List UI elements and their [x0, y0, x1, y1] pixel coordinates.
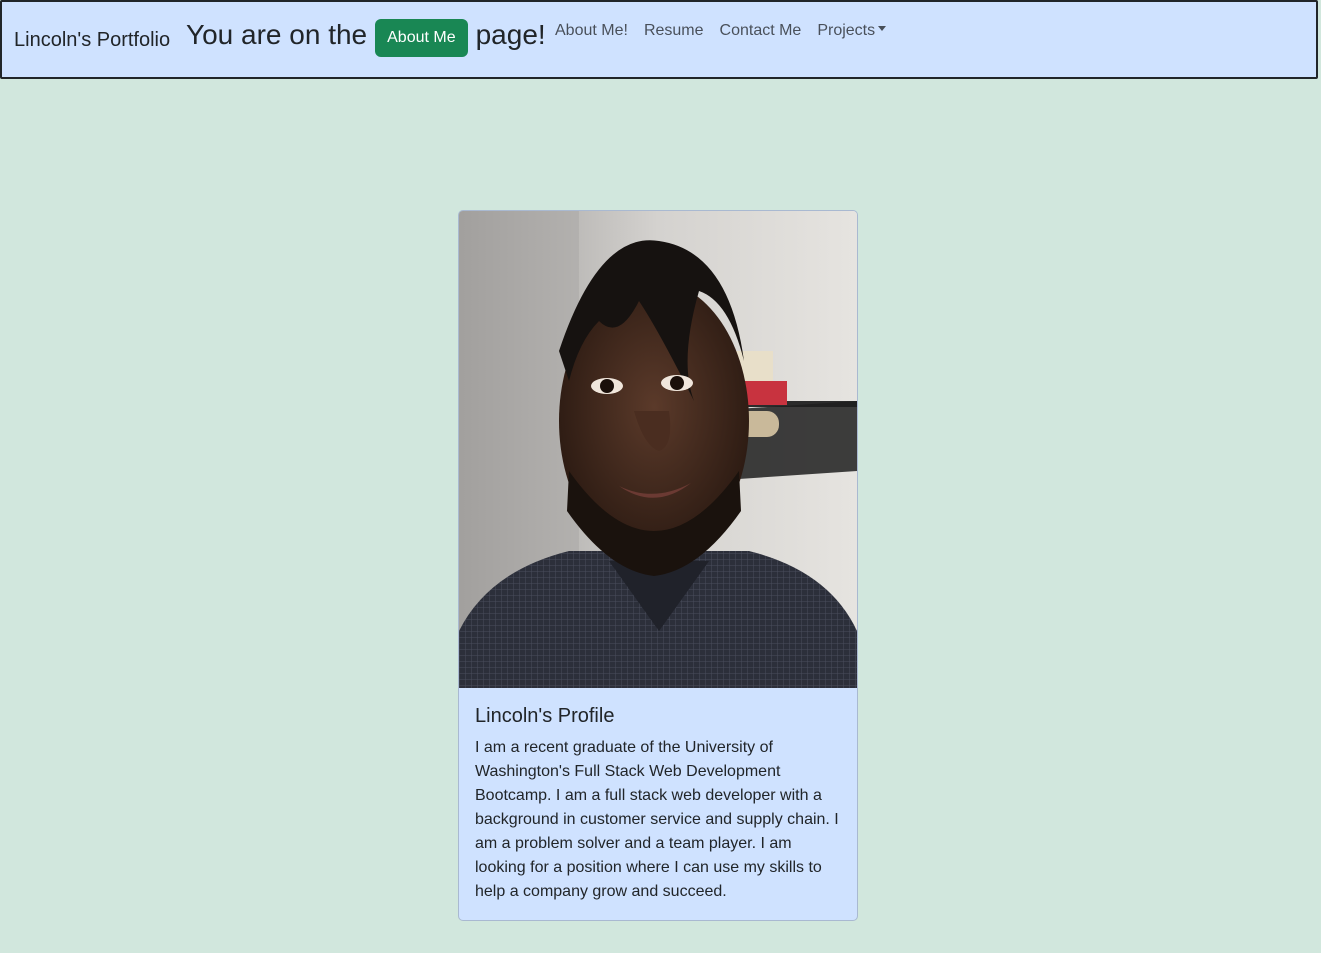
- brand-link[interactable]: Lincoln's Portfolio: [14, 29, 170, 52]
- nav-link-about[interactable]: About Me!: [555, 22, 628, 40]
- projects-label: Projects: [817, 22, 876, 39]
- nav-link-contact[interactable]: Contact Me: [720, 22, 802, 40]
- profile-photo: [459, 211, 857, 688]
- caret-down-icon: [878, 26, 887, 32]
- nav-links: About Me! Resume Contact Me Projects: [555, 22, 902, 40]
- page-indicator: You are on the About Me page!: [186, 16, 546, 57]
- card-title: Lincoln's Profile: [475, 705, 615, 727]
- profile-card: Lincoln's Profile I am a recent graduate…: [458, 210, 858, 921]
- headline-suffix: page!: [475, 19, 546, 50]
- headline-prefix: You are on the: [186, 19, 368, 50]
- navbar: Lincoln's Portfolio You are on the About…: [0, 0, 1318, 79]
- nav-link-resume[interactable]: Resume: [644, 22, 704, 40]
- card-bio: I am a recent graduate of the University…: [475, 739, 839, 900]
- current-page-button[interactable]: About Me: [375, 19, 468, 57]
- nav-dropdown-projects[interactable]: Projects: [817, 22, 887, 40]
- card-body: Lincoln's Profile I am a recent graduate…: [475, 705, 843, 904]
